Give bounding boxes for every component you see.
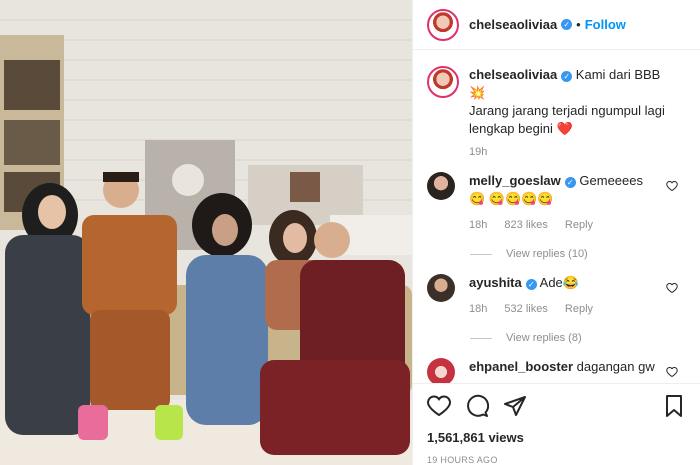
comment-likes[interactable]: 823 likes [504,219,547,231]
author-avatar[interactable] [427,8,459,41]
share-paper-plane-icon[interactable] [503,394,527,418]
view-replies-toggle[interactable]: View replies (8) [413,318,700,344]
comment-text: Ade😂 [539,275,579,290]
verified-badge-icon: ✓ [564,177,576,188]
commenter-avatar[interactable] [427,274,455,302]
comment-time[interactable]: 18h [469,219,487,231]
save-bookmark-icon[interactable] [662,394,686,418]
commenter-username[interactable]: melly_goeslaw [469,173,561,188]
author-username[interactable]: chelseaoliviaa [469,17,557,32]
like-comment-heart-icon[interactable] [666,180,678,192]
verified-badge-icon: ✓ [561,71,573,82]
caption-username[interactable]: chelseaoliviaa [469,67,557,82]
view-replies-label: View replies (10) [506,248,588,260]
reply-button[interactable]: Reply [565,303,593,315]
post-panel: chelseaoliviaa ✓ • Follow chelseaoliviaa… [412,0,700,465]
comment-item: melly_goeslaw ✓ Gemeeees 😋 😋😋😋😋 18h 823 l… [413,158,700,234]
commenter-username[interactable]: ayushita [469,275,522,290]
comment-meta: 18h 532 likes Reply [469,300,659,318]
post-header: chelseaoliviaa ✓ • Follow [413,0,700,50]
post-actions: 1,561,861 views 19 HOURS AGO [413,383,700,465]
like-comment-heart-icon[interactable] [666,366,678,378]
replies-line [470,253,492,255]
views-count[interactable]: 1,561,861 views [427,430,686,445]
reply-button[interactable]: Reply [565,219,593,231]
instagram-post: chelseaoliviaa ✓ • Follow chelseaoliviaa… [0,0,700,465]
spark-emoji-icon: 💥 [469,85,486,100]
caption-timestamp[interactable]: 19h [413,138,700,158]
commenter-avatar[interactable] [427,172,455,200]
follow-button[interactable]: Follow [585,17,626,32]
verified-badge-icon: ✓ [525,279,537,290]
verified-badge-icon: ✓ [561,19,573,30]
commenter-username[interactable]: ehpanel_booster [469,359,573,374]
posted-time[interactable]: 19 HOURS AGO [427,455,686,465]
commenter-avatar[interactable] [427,358,455,386]
like-heart-icon[interactable] [427,394,451,418]
heart-emoji-icon: ❤️ [556,121,573,136]
separator-dot: • [576,17,581,32]
comment-text: dagangan gw [576,359,655,374]
replies-line [470,337,492,339]
caption-text-line1: Kami dari BBB [575,67,661,82]
comment-meta: 18h 823 likes Reply [469,216,659,234]
comment-item: ehpanel_booster dagangan gw [413,344,700,386]
photo-group-of-friends-on-sofa [0,0,412,465]
view-replies-label: View replies (8) [506,332,582,344]
comment-likes[interactable]: 532 likes [504,303,547,315]
post-photo[interactable] [0,0,412,465]
post-caption: chelseaoliviaa ✓ Kami dari BBB 💥 Jarang j… [413,50,700,138]
comment-item: ayushita ✓ Ade😂 18h 532 likes Reply [413,260,700,318]
comment-bubble-icon[interactable] [465,394,489,418]
caption-author-avatar[interactable] [427,66,459,98]
view-replies-toggle[interactable]: View replies (10) [413,234,700,260]
like-comment-heart-icon[interactable] [666,282,678,294]
comment-time[interactable]: 18h [469,303,487,315]
